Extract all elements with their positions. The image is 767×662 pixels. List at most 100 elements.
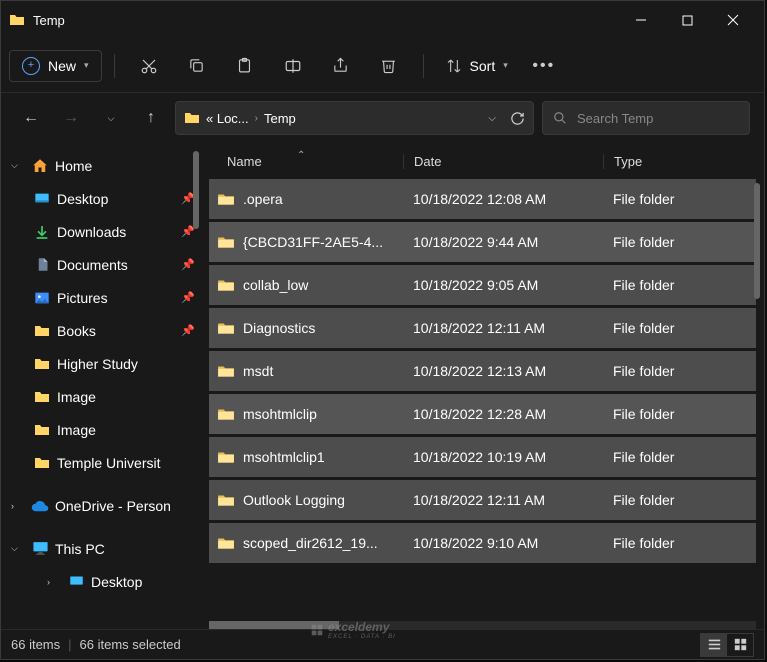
sidebar-item-desktop[interactable]: Desktop 📌 — [1, 182, 201, 215]
search-icon — [553, 111, 567, 125]
folder-icon — [33, 454, 51, 472]
table-row[interactable]: msohtmlclip110/18/2022 10:19 AMFile fold… — [209, 437, 756, 477]
separator: | — [68, 637, 71, 652]
paste-button[interactable] — [223, 48, 267, 84]
table-row[interactable]: Diagnostics10/18/2022 12:11 AMFile folde… — [209, 308, 756, 348]
sidebar-item-onedrive[interactable]: › OneDrive - Person — [1, 489, 201, 522]
chevron-right-icon: › — [255, 113, 258, 124]
folder-icon — [33, 388, 51, 406]
tree-label: Home — [55, 158, 195, 174]
file-date: 10/18/2022 12:11 AM — [403, 320, 603, 336]
column-date[interactable]: Date — [403, 154, 603, 169]
monitor-icon — [31, 540, 49, 558]
table-row[interactable]: collab_low10/18/2022 9:05 AMFile folder — [209, 265, 756, 305]
desktop-icon — [67, 573, 85, 591]
details-view-button[interactable] — [701, 634, 727, 656]
minimize-button[interactable] — [618, 1, 664, 39]
file-type: File folder — [603, 320, 756, 336]
file-date: 10/18/2022 12:28 AM — [403, 406, 603, 422]
sidebar-item-temple[interactable]: Temple Universit — [1, 446, 201, 479]
sidebar-item-pictures[interactable]: Pictures 📌 — [1, 281, 201, 314]
cut-button[interactable] — [127, 48, 171, 84]
copy-button[interactable] — [175, 48, 219, 84]
separator — [423, 54, 424, 78]
sort-button[interactable]: Sort ▾ — [436, 52, 518, 80]
tree-label: Desktop — [57, 191, 175, 207]
file-name: scoped_dir2612_19... — [243, 535, 378, 551]
file-type: File folder — [603, 535, 756, 551]
status-bar: 66 items | 66 items selected — [1, 629, 764, 659]
rename-button[interactable] — [271, 48, 315, 84]
scrollbar-thumb[interactable] — [193, 151, 199, 229]
sort-asc-icon: ⌃ — [297, 150, 305, 161]
back-button[interactable]: ← — [15, 102, 47, 134]
sidebar-item-desktop[interactable]: › Desktop — [1, 565, 201, 598]
download-icon — [33, 223, 51, 241]
window-title: Temp — [33, 13, 618, 28]
table-row[interactable]: {CBCD31FF-2AE5-4...10/18/2022 9:44 AMFil… — [209, 222, 756, 262]
folder-icon — [217, 405, 235, 423]
maximize-button[interactable] — [664, 1, 710, 39]
delete-button[interactable] — [367, 48, 411, 84]
chevron-down-icon: ▾ — [84, 60, 89, 71]
tree-label: Pictures — [57, 290, 175, 306]
sidebar-item-downloads[interactable]: Downloads 📌 — [1, 215, 201, 248]
scrollbar-thumb[interactable] — [754, 183, 760, 299]
table-row[interactable]: msdt 10/18/2022 12:13 AMFile folder — [209, 351, 756, 391]
search-input[interactable]: Search Temp — [542, 101, 750, 135]
column-type[interactable]: Type — [603, 154, 756, 169]
desktop-icon — [33, 190, 51, 208]
refresh-button[interactable] — [510, 111, 525, 126]
table-row[interactable]: .opera10/18/2022 12:08 AMFile folder — [209, 179, 756, 219]
chevron-down-icon[interactable]: ⌵ — [11, 160, 25, 171]
chevron-down-icon[interactable]: ⌵ — [488, 113, 496, 124]
chevron-down-icon[interactable]: ⌵ — [11, 543, 25, 554]
pin-icon: 📌 — [181, 291, 195, 304]
scrollbar-thumb[interactable] — [209, 621, 339, 629]
file-date: 10/18/2022 12:13 AM — [403, 363, 603, 379]
sidebar-item-documents[interactable]: Documents 📌 — [1, 248, 201, 281]
tree-label: Higher Study — [57, 356, 195, 372]
address-bar[interactable]: « Loc... › Temp ⌵ — [175, 101, 534, 135]
recent-button[interactable]: ⌵ — [95, 102, 127, 134]
folder-icon — [33, 355, 51, 373]
chevron-right-icon[interactable]: › — [11, 501, 25, 511]
file-name: msohtmlclip1 — [243, 449, 325, 465]
folder-icon — [184, 110, 200, 126]
file-date: 10/18/2022 12:08 AM — [403, 191, 603, 207]
table-row[interactable]: Outlook Logging10/18/2022 12:11 AMFile f… — [209, 480, 756, 520]
table-row[interactable]: scoped_dir2612_19...10/18/2022 9:10 AMFi… — [209, 523, 756, 563]
tree-label: Image — [57, 422, 195, 438]
pin-icon: 📌 — [181, 324, 195, 337]
sidebar-item-image[interactable]: Image — [1, 380, 201, 413]
breadcrumb-segment[interactable]: « Loc... — [206, 111, 249, 126]
tree-label: Books — [57, 323, 175, 339]
up-button[interactable]: ↑ — [135, 102, 167, 134]
table-row[interactable]: msohtmlclip10/18/2022 12:28 AMFile folde… — [209, 394, 756, 434]
file-type: File folder — [603, 191, 756, 207]
folder-icon — [217, 276, 235, 294]
tree-label: Desktop — [91, 574, 195, 590]
column-name[interactable]: ⌃Name — [209, 154, 403, 169]
pin-icon: 📌 — [181, 258, 195, 271]
cloud-icon — [31, 497, 49, 515]
file-date: 10/18/2022 12:11 AM — [403, 492, 603, 508]
new-button[interactable]: + New ▾ — [9, 50, 102, 82]
more-button[interactable]: ••• — [522, 48, 566, 84]
share-button[interactable] — [319, 48, 363, 84]
new-label: New — [48, 58, 76, 74]
close-button[interactable] — [710, 1, 756, 39]
forward-button[interactable]: → — [55, 102, 87, 134]
sidebar-item-higherstudy[interactable]: Higher Study — [1, 347, 201, 380]
file-name: msdt — [243, 363, 273, 379]
sidebar-item-thispc[interactable]: ⌵ This PC — [1, 532, 201, 565]
sidebar-item-image[interactable]: Image — [1, 413, 201, 446]
breadcrumb-segment[interactable]: Temp — [264, 111, 296, 126]
sidebar-item-home[interactable]: ⌵ Home — [1, 149, 201, 182]
thumbnails-view-button[interactable] — [727, 634, 753, 656]
file-type: File folder — [603, 363, 756, 379]
chevron-right-icon[interactable]: › — [47, 577, 61, 587]
sidebar-item-books[interactable]: Books 📌 — [1, 314, 201, 347]
tree-label: Documents — [57, 257, 175, 273]
h-scrollbar[interactable] — [209, 621, 756, 629]
